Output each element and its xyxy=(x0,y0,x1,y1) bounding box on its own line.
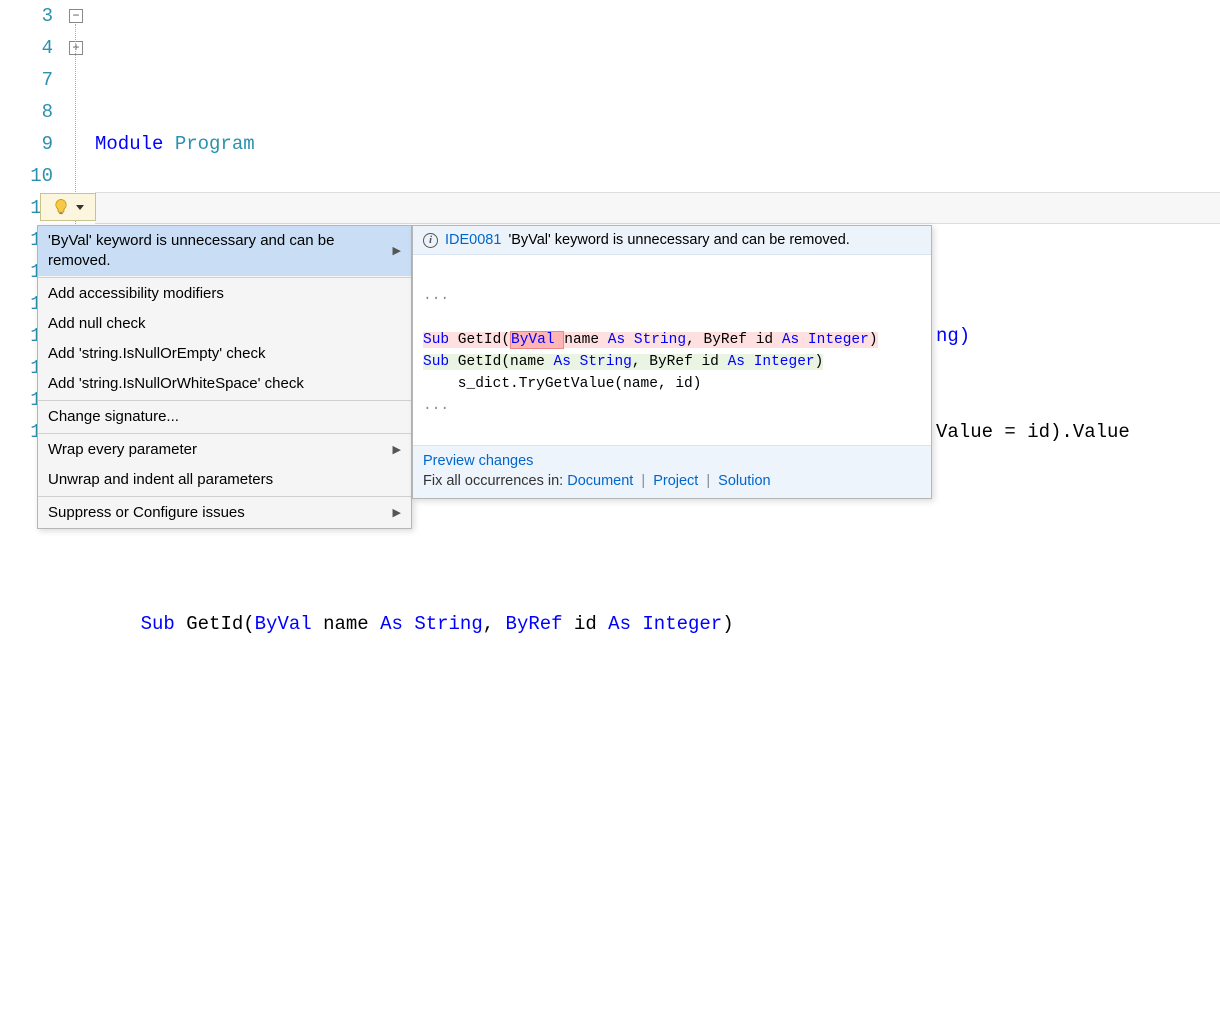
line-number: 3 xyxy=(0,0,53,32)
menu-item-label: Add 'string.IsNullOrWhiteSpace' check xyxy=(48,374,304,394)
keyword: ByRef xyxy=(506,613,563,635)
fix-document-link[interactable]: Document xyxy=(567,473,633,489)
separator: | xyxy=(706,473,710,489)
menu-item-label: 'ByVal' keyword is unnecessary and can b… xyxy=(48,231,393,271)
menu-separator xyxy=(38,277,411,278)
line-number: 10 xyxy=(0,160,53,192)
line-number: 9 xyxy=(0,128,53,160)
identifier: name xyxy=(312,613,380,635)
menu-item-suppress-configure[interactable]: Suppress or Configure issues ▶ xyxy=(38,498,411,528)
preview-header: i IDE0081 'ByVal' keyword is unnecessary… xyxy=(413,226,931,255)
menu-item-wrap-params[interactable]: Wrap every parameter ▶ xyxy=(38,435,411,465)
lightbulb-quick-actions[interactable] xyxy=(40,193,96,221)
line-number: 8 xyxy=(0,96,53,128)
info-icon: i xyxy=(423,233,438,248)
menu-item-add-null-check[interactable]: Add null check xyxy=(38,309,411,339)
menu-item-label: Suppress or Configure issues xyxy=(48,503,245,523)
text: , xyxy=(483,613,506,635)
menu-item-isnullorwhitespace[interactable]: Add 'string.IsNullOrWhiteSpace' check xyxy=(38,369,411,399)
menu-item-isnullorempty[interactable]: Add 'string.IsNullOrEmpty' check xyxy=(38,339,411,369)
keyword: As xyxy=(380,613,403,635)
line-number: 7 xyxy=(0,64,53,96)
menu-item-label: Add null check xyxy=(48,314,146,334)
chevron-right-icon: ▶ xyxy=(393,241,401,261)
chevron-right-icon: ▶ xyxy=(393,503,401,523)
menu-separator xyxy=(38,400,411,401)
fold-toggle-icon[interactable]: − xyxy=(69,9,83,23)
line-number: 4 xyxy=(0,32,53,64)
menu-separator xyxy=(38,433,411,434)
diagnostic-id-link[interactable]: IDE0081 xyxy=(445,232,501,248)
text: ) xyxy=(722,613,733,635)
ellipsis: ... xyxy=(423,288,449,304)
menu-item-label: Add accessibility modifiers xyxy=(48,284,224,304)
fix-scope-label: Fix all occurrences in: xyxy=(423,473,563,489)
keyword: Integer xyxy=(642,613,722,635)
fix-solution-link[interactable]: Solution xyxy=(718,473,770,489)
type-name: Program xyxy=(175,133,255,155)
lightbulb-icon xyxy=(52,198,70,216)
keyword: String xyxy=(414,613,482,635)
identifier: GetId( xyxy=(186,613,254,635)
diff-view: ... Sub GetId(ByVal name As String, ByRe… xyxy=(413,255,931,445)
ellipsis: ... xyxy=(423,398,449,414)
menu-item-label: Unwrap and indent all parameters xyxy=(48,470,273,490)
keyword: As xyxy=(608,613,631,635)
separator: | xyxy=(641,473,645,489)
chevron-right-icon: ▶ xyxy=(393,440,401,460)
identifier: id xyxy=(563,613,609,635)
chevron-down-icon xyxy=(76,205,84,210)
menu-item-label: Add 'string.IsNullOrEmpty' check xyxy=(48,344,265,364)
menu-item-change-signature[interactable]: Change signature... xyxy=(38,402,411,432)
quick-fix-preview: i IDE0081 'ByVal' keyword is unnecessary… xyxy=(412,225,932,499)
keyword: Module xyxy=(95,133,163,155)
keyword: Sub xyxy=(141,613,175,635)
quick-actions-menu: 'ByVal' keyword is unnecessary and can b… xyxy=(37,225,412,529)
fold-toggle-icon[interactable]: + xyxy=(69,41,83,55)
keyword: ByVal xyxy=(255,613,312,635)
menu-item-unwrap-params[interactable]: Unwrap and indent all parameters xyxy=(38,465,411,495)
menu-item-label: Change signature... xyxy=(48,407,179,427)
fix-project-link[interactable]: Project xyxy=(653,473,698,489)
preview-footer: Preview changes Fix all occurrences in: … xyxy=(413,445,931,498)
diagnostic-title: 'ByVal' keyword is unnecessary and can b… xyxy=(508,232,849,248)
diff-context-line: s_dict.TryGetValue(name, id) xyxy=(423,376,701,392)
current-line-highlight xyxy=(95,192,1220,224)
menu-separator xyxy=(38,496,411,497)
preview-changes-link[interactable]: Preview changes xyxy=(423,453,533,469)
menu-item-remove-byval[interactable]: 'ByVal' keyword is unnecessary and can b… xyxy=(38,226,411,276)
menu-item-label: Wrap every parameter xyxy=(48,440,197,460)
menu-item-add-accessibility[interactable]: Add accessibility modifiers xyxy=(38,279,411,309)
